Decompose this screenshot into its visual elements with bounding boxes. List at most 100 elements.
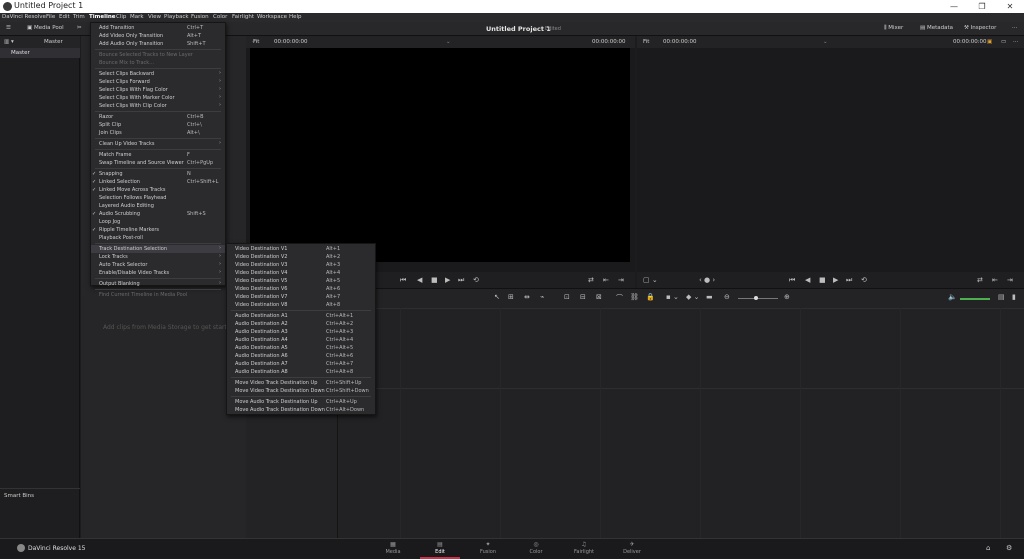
- menu-item-join-clips[interactable]: Join Clips Alt+\: [91, 129, 225, 137]
- timeline-play-icon[interactable]: ▶: [833, 276, 838, 284]
- menu-trim[interactable]: Trim: [73, 14, 85, 20]
- insert-clip-icon[interactable]: ⊡: [564, 293, 570, 301]
- zoom-in-icon[interactable]: ⊕: [784, 293, 790, 301]
- menu-item-audio-destination-a8[interactable]: Audio Destination A8 Ctrl+Alt+8: [227, 368, 375, 376]
- menu-item-swap-timeline-and-source-viewer[interactable]: Swap Timeline and Source Viewer Ctrl+PgUp: [91, 159, 225, 167]
- menu-item-audio-destination-a7[interactable]: Audio Destination A7 Ctrl+Alt+7: [227, 360, 375, 368]
- snapping-icon[interactable]: ⌒: [616, 293, 623, 303]
- page-fairlight[interactable]: ♫ Fairlight: [564, 541, 604, 555]
- home-icon[interactable]: ⌂: [986, 544, 990, 552]
- jump-end-icon[interactable]: ⏭: [458, 276, 464, 285]
- menu-item-linked-move-across-tracks[interactable]: ✓ Linked Move Across Tracks: [91, 186, 225, 194]
- page-color[interactable]: ◎ Color: [516, 541, 556, 555]
- menu-item-audio-destination-a6[interactable]: Audio Destination A6 Ctrl+Alt+6: [227, 352, 375, 360]
- menu-item-track-destination-selection[interactable]: Track Destination Selection ›: [91, 245, 225, 253]
- layout-icon[interactable]: ☰: [6, 25, 11, 31]
- minimize-button[interactable]: —: [944, 1, 964, 12]
- menu-item-move-audio-track-destination-up[interactable]: Move Audio Track Destination Up Ctrl+Alt+…: [227, 398, 375, 406]
- menu-fusion[interactable]: Fusion: [191, 14, 209, 20]
- menu-item-video-destination-v1[interactable]: Video Destination V1 Alt+1: [227, 245, 375, 253]
- bin-view-icon[interactable]: ▥ ▾: [4, 39, 14, 45]
- page-edit[interactable]: ▤ Edit: [420, 541, 460, 559]
- stop-icon[interactable]: ■: [431, 276, 438, 284]
- in-point-icon[interactable]: ⇤: [603, 276, 609, 284]
- menu-item-select-clips-with-clip-color[interactable]: Select Clips With Clip Color ›: [91, 102, 225, 110]
- timeline-loop-icon[interactable]: ⟲: [861, 276, 867, 284]
- speaker-icon[interactable]: 🔈: [948, 293, 957, 301]
- position-lock-icon[interactable]: 🔒: [646, 293, 655, 301]
- menu-item-selection-follows-playhead[interactable]: Selection Follows Playhead: [91, 194, 225, 202]
- menu-item-video-destination-v7[interactable]: Video Destination V7 Alt+7: [227, 293, 375, 301]
- menu-item-enable-disable-video-tracks[interactable]: Enable/Disable Video Tracks ›: [91, 269, 225, 277]
- menu-item-layered-audio-editing[interactable]: Layered Audio Editing: [91, 202, 225, 210]
- menu-workspace[interactable]: Workspace: [257, 14, 287, 20]
- menu-playback[interactable]: Playback: [164, 14, 189, 20]
- menu-item-auto-track-selector[interactable]: Auto Track Selector ›: [91, 261, 225, 269]
- overwrite-clip-icon[interactable]: ⊟: [580, 293, 586, 301]
- menu-item-match-frame[interactable]: Match Frame F: [91, 151, 225, 159]
- timeline-dropdown-icon[interactable]: ⌄: [823, 39, 828, 45]
- timeline-stop-icon[interactable]: ■: [819, 276, 826, 284]
- page-deliver[interactable]: ✈ Deliver: [612, 541, 652, 555]
- source-clip-dropdown-icon[interactable]: ⌄: [446, 39, 451, 45]
- zoom-out-icon[interactable]: ⊖: [724, 293, 730, 301]
- inspector-button[interactable]: ⚒ Inspector: [964, 25, 996, 31]
- marker-icon[interactable]: ◆ ⌄: [686, 293, 699, 301]
- timeline-jump-start-icon[interactable]: ⏮: [789, 276, 795, 285]
- menu-item-output-blanking[interactable]: Output Blanking ›: [91, 280, 225, 288]
- menu-item-select-clips-forward[interactable]: Select Clips Forward ›: [91, 78, 225, 86]
- menu-item-split-clip[interactable]: Split Clip Ctrl+\: [91, 121, 225, 129]
- page-media[interactable]: ▦ Media: [373, 541, 413, 555]
- media-pool-button[interactable]: ▣ Media Pool: [27, 25, 64, 31]
- menu-item-audio-scrubbing[interactable]: ✓ Audio Scrubbing Shift+S: [91, 210, 225, 218]
- menu-item-ripple-timeline-markers[interactable]: ✓ Ripple Timeline Markers: [91, 226, 225, 234]
- menu-item-add-audio-only-transition[interactable]: Add Audio Only Transition Shift+T: [91, 40, 225, 48]
- timeline-play-reverse-icon[interactable]: ◀: [805, 276, 810, 284]
- options-icon[interactable]: ⋯: [1012, 25, 1018, 31]
- mixer-button[interactable]: ⫼ Mixer: [884, 25, 903, 32]
- mixer-toggle-icon[interactable]: ▮: [1012, 293, 1016, 301]
- menu-item-audio-destination-a4[interactable]: Audio Destination A4 Ctrl+Alt+4: [227, 336, 375, 344]
- loop-icon[interactable]: ⟲: [473, 276, 479, 284]
- viewer-options-icon[interactable]: ⋯: [1013, 39, 1019, 45]
- effects-library-icon[interactable]: ✂: [77, 25, 82, 31]
- menu-item-move-video-track-destination-down[interactable]: Move Video Track Destination Down Ctrl+Sh…: [227, 387, 375, 395]
- smart-bins-section[interactable]: Smart Bins: [0, 488, 80, 538]
- play-icon[interactable]: ▶: [445, 276, 450, 284]
- menu-item-video-destination-v6[interactable]: Video Destination V6 Alt+6: [227, 285, 375, 293]
- menu-file[interactable]: File: [46, 14, 55, 20]
- menu-item-move-audio-track-destination-down[interactable]: Move Audio Track Destination Down Ctrl+Al…: [227, 406, 375, 414]
- maximize-button[interactable]: ❐: [972, 1, 992, 12]
- menu-view[interactable]: View: [148, 14, 161, 20]
- menu-item-clean-up-video-tracks[interactable]: Clean Up Video Tracks ›: [91, 140, 225, 148]
- menu-item-razor[interactable]: Razor Ctrl+B: [91, 113, 225, 121]
- jump-start-icon[interactable]: ⏮: [400, 276, 406, 285]
- menu-item-playback-post-roll[interactable]: Playback Post-roll: [91, 234, 225, 242]
- menu-color[interactable]: Color: [213, 14, 227, 20]
- menu-edit[interactable]: Edit: [59, 14, 70, 20]
- meter-icon[interactable]: ▤: [998, 293, 1005, 301]
- menu-item-video-destination-v4[interactable]: Video Destination V4 Alt+4: [227, 269, 375, 277]
- menu-item-select-clips-backward[interactable]: Select Clips Backward ›: [91, 70, 225, 78]
- menu-item-lock-tracks[interactable]: Lock Tracks ›: [91, 253, 225, 261]
- timeline-zoom[interactable]: Fit: [643, 39, 649, 45]
- menu-item-snapping[interactable]: ✓ Snapping N: [91, 170, 225, 178]
- menu-item-add-video-only-transition[interactable]: Add Video Only Transition Alt+T: [91, 32, 225, 40]
- source-zoom[interactable]: Fit: [253, 39, 259, 45]
- timeline-in-point-icon[interactable]: ⇤: [992, 276, 998, 284]
- play-reverse-icon[interactable]: ◀: [417, 276, 422, 284]
- menu-item-linked-selection[interactable]: ✓ Linked Selection Ctrl+Shift+L: [91, 178, 225, 186]
- match-frame-icon[interactable]: ⇄: [588, 276, 594, 284]
- close-button[interactable]: ✕: [1000, 1, 1020, 12]
- menu-clip[interactable]: Clip: [116, 14, 126, 20]
- linked-selection-icon[interactable]: ⛓: [630, 293, 639, 301]
- menu-davinci-resolve[interactable]: DaVinci Resolve: [2, 14, 46, 20]
- menu-item-select-clips-with-marker-color[interactable]: Select Clips With Marker Color ›: [91, 94, 225, 102]
- menu-item-add-transition[interactable]: Add Transition Ctrl+T: [91, 24, 225, 32]
- viewer-mode-icon[interactable]: ▣: [987, 39, 992, 45]
- menu-item-audio-destination-a1[interactable]: Audio Destination A1 Ctrl+Alt+1: [227, 312, 375, 320]
- bin-master[interactable]: Master: [0, 48, 80, 58]
- timeline-out-point-icon[interactable]: ⇥: [1007, 276, 1013, 284]
- out-point-icon[interactable]: ⇥: [618, 276, 624, 284]
- flag-icon[interactable]: ▪ ⌄: [666, 293, 679, 301]
